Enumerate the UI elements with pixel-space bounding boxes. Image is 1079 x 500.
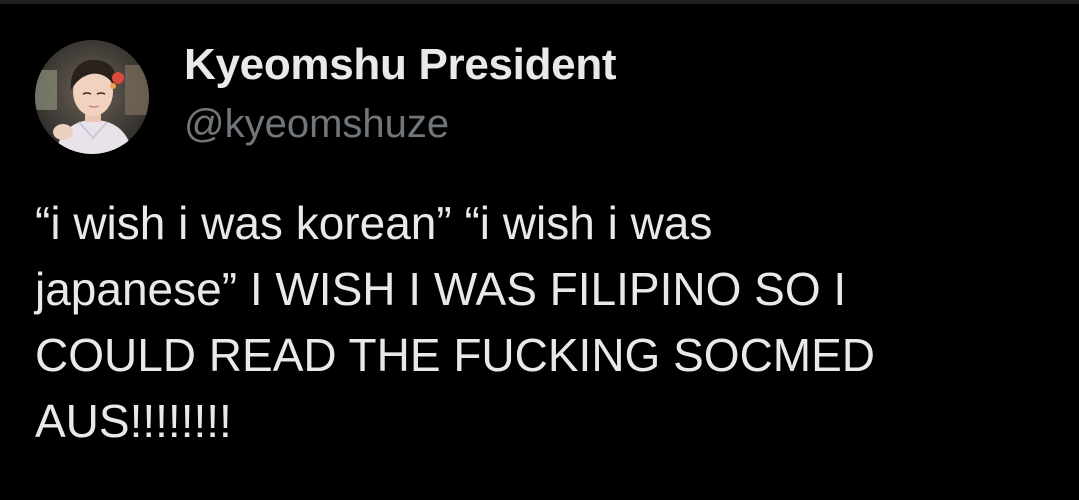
- author-handle[interactable]: @kyeomshuze: [184, 101, 449, 147]
- tweet-text-line: COULD READ THE FUCKING SOCMED: [35, 329, 876, 381]
- tweet-text-line: “i wish i was korean” “i wish i was: [35, 197, 713, 249]
- author-display-name[interactable]: Kyeomshu President: [184, 40, 617, 90]
- avatar[interactable]: [35, 40, 149, 154]
- profile-photo-icon: [35, 40, 149, 154]
- tweet-text-line: japanese” I WISH I WAS FILIPINO SO I: [35, 263, 847, 315]
- tweet-text: “i wish i was korean” “i wish i was japa…: [35, 190, 1045, 454]
- tweet-text-line: AUS!!!!!!!!: [35, 395, 232, 447]
- tweet: Kyeomshu President @kyeomshuze “i wish i…: [0, 0, 1079, 500]
